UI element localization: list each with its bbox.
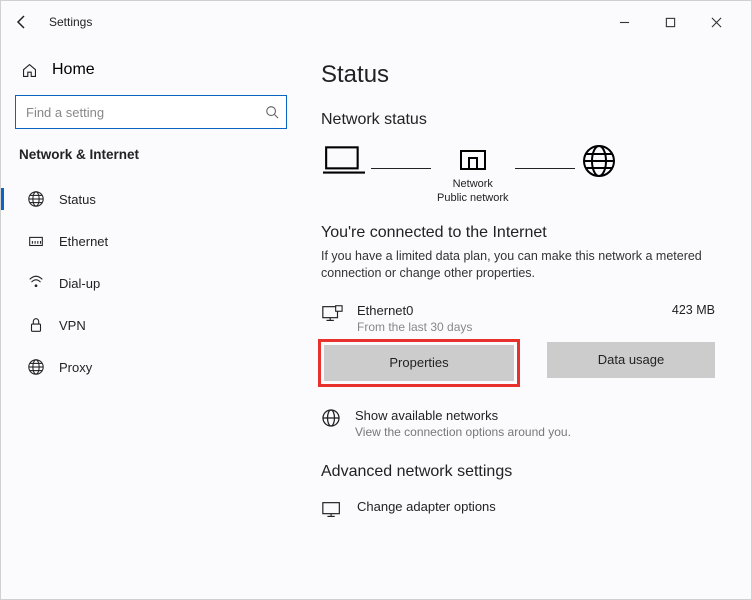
sidebar-item-dialup[interactable]: Dial-up [15, 262, 287, 304]
vpn-icon [27, 316, 45, 334]
search-input[interactable] [15, 95, 287, 129]
sidebar-item-vpn[interactable]: VPN [15, 304, 287, 346]
data-usage-button[interactable]: Data usage [547, 342, 715, 378]
option-title: Change adapter options [357, 499, 496, 514]
option-text: Show available networks View the connect… [355, 408, 571, 439]
monitor-ethernet-icon [321, 303, 343, 325]
back-button[interactable] [13, 13, 31, 31]
option-title: Show available networks [355, 408, 571, 423]
page-title: Status [321, 61, 715, 89]
minimize-button[interactable] [601, 6, 647, 38]
network-status-heading: Network status [321, 111, 715, 129]
adapter-buttons: Properties Data usage [321, 342, 715, 384]
globe-icon [27, 190, 45, 208]
globe-icon [321, 408, 341, 428]
sidebar-item-label: VPN [59, 318, 86, 333]
topology-middle-sub: Network Public network [437, 178, 509, 206]
topology-link-line [515, 168, 575, 170]
home-label: Home [52, 61, 95, 79]
close-icon [711, 17, 722, 28]
titlebar-left: Settings [13, 13, 92, 31]
titlebar: Settings [1, 1, 751, 43]
sidebar-item-label: Proxy [59, 360, 92, 375]
home-icon [21, 62, 38, 79]
sidebar-item-label: Ethernet [59, 234, 108, 249]
adapter-usage: 423 MB [672, 303, 715, 317]
sidebar-item-label: Status [59, 192, 96, 207]
ethernet-icon [27, 232, 45, 250]
home-link[interactable]: Home [15, 53, 287, 87]
maximize-button[interactable] [647, 6, 693, 38]
nav-list: Status Ethernet [15, 178, 287, 388]
properties-highlight: Properties [318, 339, 520, 387]
sidebar: Home Network & Internet [1, 43, 301, 599]
window-controls [601, 6, 739, 38]
topology-adapter: Network Public network [437, 147, 509, 206]
main-content: Status Network status ·· [301, 43, 751, 599]
sidebar-item-status[interactable]: Status [15, 178, 287, 220]
settings-body: Home Network & Internet [1, 43, 751, 599]
arrow-left-icon [14, 14, 30, 30]
search-icon [265, 105, 279, 119]
ethernet-adapter-icon [459, 147, 487, 175]
adapter-row: Ethernet0 From the last 30 days 423 MB [321, 303, 715, 334]
monitor-icon [321, 499, 343, 521]
minimize-icon [619, 17, 630, 28]
sidebar-item-ethernet[interactable]: Ethernet [15, 220, 287, 262]
sidebar-item-proxy[interactable]: Proxy [15, 346, 287, 388]
connected-heading: You're connected to the Internet [321, 224, 715, 242]
search-wrapper [15, 95, 287, 129]
properties-button[interactable]: Properties [324, 345, 514, 381]
topology-computer: ·· [323, 143, 365, 210]
window-title: Settings [49, 15, 92, 29]
section-title: Network & Internet [15, 147, 287, 162]
close-button[interactable] [693, 6, 739, 38]
globe-icon [27, 358, 45, 376]
globe-icon [581, 143, 617, 179]
adapter-info: Ethernet0 From the last 30 days [357, 303, 658, 334]
change-adapter-options[interactable]: Change adapter options [321, 499, 715, 521]
advanced-heading: Advanced network settings [321, 463, 715, 481]
option-sub: View the connection options around you. [355, 425, 571, 439]
sidebar-item-label: Dial-up [59, 276, 100, 291]
maximize-icon [665, 17, 676, 28]
topology-internet: ·· [581, 143, 617, 210]
computer-icon [323, 143, 365, 179]
network-topology: ·· Network Public network [323, 143, 715, 210]
show-available-networks[interactable]: Show available networks View the connect… [321, 408, 715, 439]
adapter-name: Ethernet0 [357, 303, 658, 318]
settings-window: Settings Home [0, 0, 752, 600]
topology-link-line [371, 168, 431, 170]
connected-body: If you have a limited data plan, you can… [321, 248, 715, 283]
dialup-icon [27, 274, 45, 292]
adapter-sub: From the last 30 days [357, 320, 658, 334]
